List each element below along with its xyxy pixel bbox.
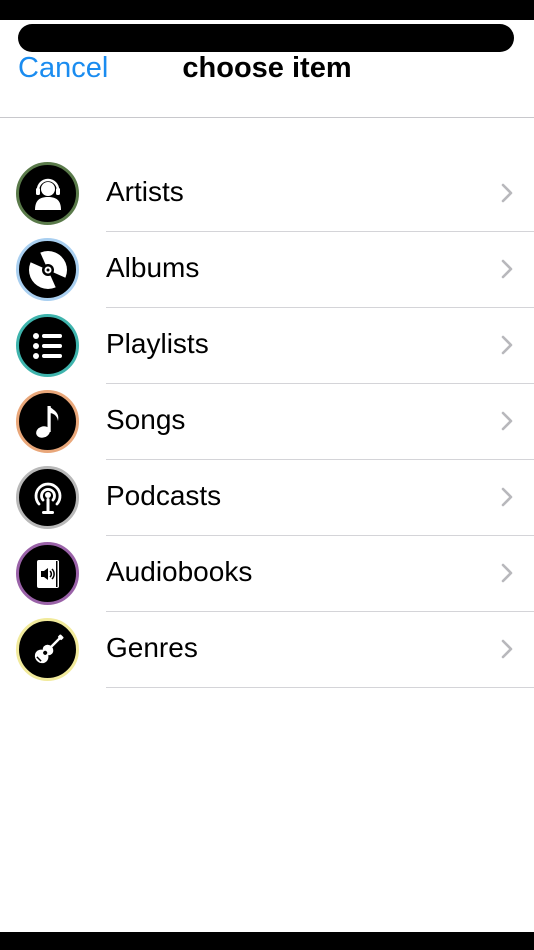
- chevron-right-icon: [501, 411, 513, 431]
- list-item-label: Artists: [106, 176, 184, 207]
- list-item-artists[interactable]: Artists: [0, 156, 534, 232]
- list-item-label: Genres: [106, 632, 198, 663]
- item-list: Artists Albums Playlists Songs Podcasts …: [0, 156, 534, 688]
- list-item-label: Albums: [106, 252, 200, 283]
- list-item-podcasts[interactable]: Podcasts: [0, 460, 534, 536]
- chevron-right-icon: [501, 183, 513, 203]
- list-item-label: Podcasts: [106, 480, 222, 511]
- row-separator: [106, 687, 534, 688]
- list-item-label: Playlists: [106, 328, 209, 359]
- list-item-label: Songs: [106, 404, 186, 435]
- modal-sheet: Cancel choose item Artists Albums Playli…: [0, 20, 534, 932]
- podcast-icon: [16, 466, 79, 529]
- navigation-bar: Cancel choose item: [0, 20, 534, 118]
- list-item-label: Audiobooks: [106, 556, 253, 587]
- page-title: choose item: [182, 52, 352, 84]
- list-item-genres[interactable]: Genres: [0, 612, 534, 688]
- screen: Cancel choose item Artists Albums Playli…: [0, 0, 534, 950]
- chevron-right-icon: [501, 563, 513, 583]
- guitar-icon: [16, 618, 79, 681]
- music-note-icon: [16, 390, 79, 453]
- audiobook-icon: [16, 542, 79, 605]
- chevron-right-icon: [501, 335, 513, 355]
- album-disc-icon: [16, 238, 79, 301]
- list-item-albums[interactable]: Albums: [0, 232, 534, 308]
- chevron-right-icon: [501, 639, 513, 659]
- list-item-playlists[interactable]: Playlists: [0, 308, 534, 384]
- list-item-songs[interactable]: Songs: [0, 384, 534, 460]
- playlist-list-icon: [16, 314, 79, 377]
- list-item-audiobooks[interactable]: Audiobooks: [0, 536, 534, 612]
- artist-headset-icon: [16, 162, 79, 225]
- chevron-right-icon: [501, 259, 513, 279]
- chevron-right-icon: [501, 487, 513, 507]
